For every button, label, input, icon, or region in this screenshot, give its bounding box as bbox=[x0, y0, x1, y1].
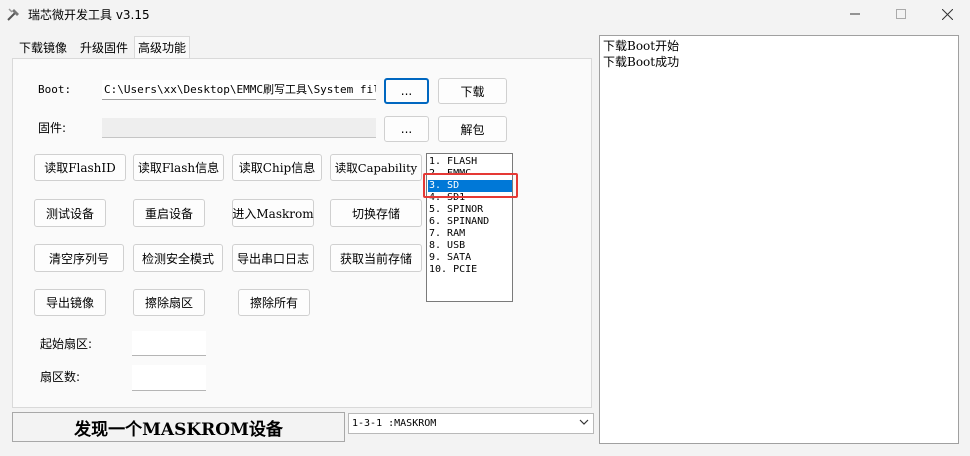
log-line: 下载Boot开始 bbox=[603, 39, 680, 53]
list-item-ram[interactable]: 7. RAM bbox=[429, 228, 465, 240]
close-icon bbox=[941, 8, 953, 20]
device-select[interactable]: 1-3-1 :MASKROM bbox=[348, 413, 594, 434]
read-capability-button[interactable]: 读取Capability bbox=[330, 154, 422, 181]
download-boot-button[interactable]: 下载 bbox=[438, 78, 507, 104]
switch-storage-button[interactable]: 切换存储 bbox=[330, 199, 422, 227]
tab-download-image[interactable]: 下载镜像 bbox=[16, 38, 70, 58]
get-current-storage-button[interactable]: 获取当前存储 bbox=[330, 244, 422, 272]
erase-all-button[interactable]: 擦除所有 bbox=[238, 289, 310, 316]
list-item-sata[interactable]: 9. SATA bbox=[429, 252, 471, 264]
read-flashid-button[interactable]: 读取FlashID bbox=[34, 154, 126, 181]
read-chip-info-button[interactable]: 读取Chip信息 bbox=[232, 154, 322, 181]
window-title: 瑞芯微开发工具 v3.15 bbox=[28, 8, 150, 22]
list-item-spinand[interactable]: 6. SPINAND bbox=[429, 216, 489, 228]
boot-path-field[interactable]: C:\Users\xx\Desktop\EMMC刷写工具\System file… bbox=[102, 80, 376, 100]
firmware-path-field[interactable] bbox=[102, 118, 376, 138]
boot-browse-button[interactable]: ... bbox=[384, 78, 429, 104]
app-icon bbox=[6, 6, 22, 22]
enter-maskrom-button[interactable]: 进入Maskrom bbox=[232, 199, 314, 227]
maximize-icon bbox=[896, 9, 906, 19]
maximize-button[interactable] bbox=[878, 0, 924, 28]
start-sector-label: 起始扇区: bbox=[40, 337, 93, 351]
list-item-spinor[interactable]: 5. SPINOR bbox=[429, 204, 483, 216]
tab-advanced-functions[interactable]: 高级功能 bbox=[134, 36, 191, 59]
sector-count-field[interactable] bbox=[132, 365, 206, 391]
list-item-flash[interactable]: 1. FLASH bbox=[429, 156, 477, 168]
tab-upgrade-firmware[interactable]: 升级固件 bbox=[77, 38, 131, 58]
minimize-button[interactable] bbox=[832, 0, 878, 28]
selection-highlight-box bbox=[423, 173, 518, 198]
chevron-down-icon bbox=[579, 419, 589, 425]
minimize-icon bbox=[850, 13, 860, 15]
detect-secure-mode-button[interactable]: 检测安全模式 bbox=[133, 244, 223, 272]
export-serial-log-button[interactable]: 导出串口日志 bbox=[232, 244, 314, 272]
log-output[interactable]: 下载Boot开始 下载Boot成功 bbox=[599, 35, 959, 444]
firmware-label: 固件: bbox=[38, 121, 67, 135]
unpack-button[interactable]: 解包 bbox=[438, 116, 507, 142]
list-item-usb[interactable]: 8. USB bbox=[429, 240, 465, 252]
reset-device-button[interactable]: 重启设备 bbox=[133, 199, 205, 227]
boot-label: Boot: bbox=[38, 83, 72, 96]
test-device-button[interactable]: 测试设备 bbox=[34, 199, 106, 227]
firmware-browse-button[interactable]: ... bbox=[384, 116, 429, 142]
list-item-pcie[interactable]: 10. PCIE bbox=[429, 264, 477, 276]
sector-count-label: 扇区数: bbox=[40, 370, 81, 384]
start-sector-field[interactable] bbox=[132, 331, 206, 356]
clear-serial-button[interactable]: 清空序列号 bbox=[34, 244, 124, 272]
close-button[interactable] bbox=[924, 0, 970, 28]
erase-sector-button[interactable]: 擦除扇区 bbox=[133, 289, 205, 316]
device-select-value: 1-3-1 :MASKROM bbox=[352, 418, 437, 429]
log-line: 下载Boot成功 bbox=[603, 55, 680, 69]
read-flash-info-button[interactable]: 读取Flash信息 bbox=[133, 154, 224, 181]
device-status-bar: 发现一个MASKROM设备 bbox=[12, 412, 345, 442]
export-image-button[interactable]: 导出镜像 bbox=[34, 289, 106, 316]
